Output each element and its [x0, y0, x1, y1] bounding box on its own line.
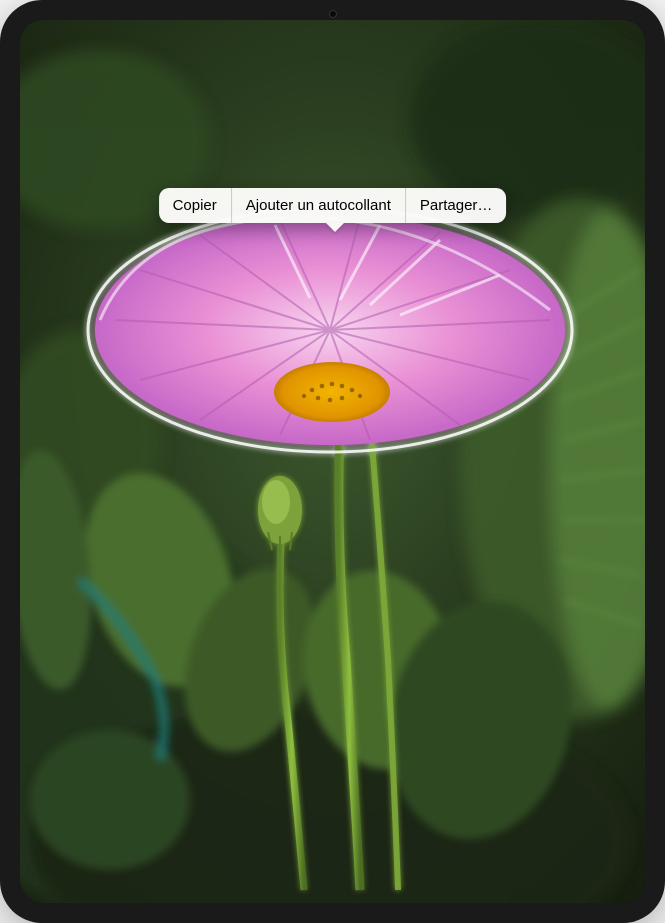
device-screen: Copier Ajouter un autocollant Partager… [20, 20, 645, 903]
photo-image[interactable] [20, 20, 645, 903]
add-sticker-menu-item[interactable]: Ajouter un autocollant [232, 188, 405, 223]
copy-menu-item[interactable]: Copier [159, 188, 231, 223]
front-camera [329, 10, 337, 18]
subject-context-menu: Copier Ajouter un autocollant Partager… [159, 188, 507, 223]
ipad-device-frame: Copier Ajouter un autocollant Partager… [0, 0, 665, 923]
share-menu-item[interactable]: Partager… [406, 188, 507, 223]
photo-viewer[interactable]: Copier Ajouter un autocollant Partager… [20, 20, 645, 903]
context-menu-pointer [326, 223, 344, 232]
